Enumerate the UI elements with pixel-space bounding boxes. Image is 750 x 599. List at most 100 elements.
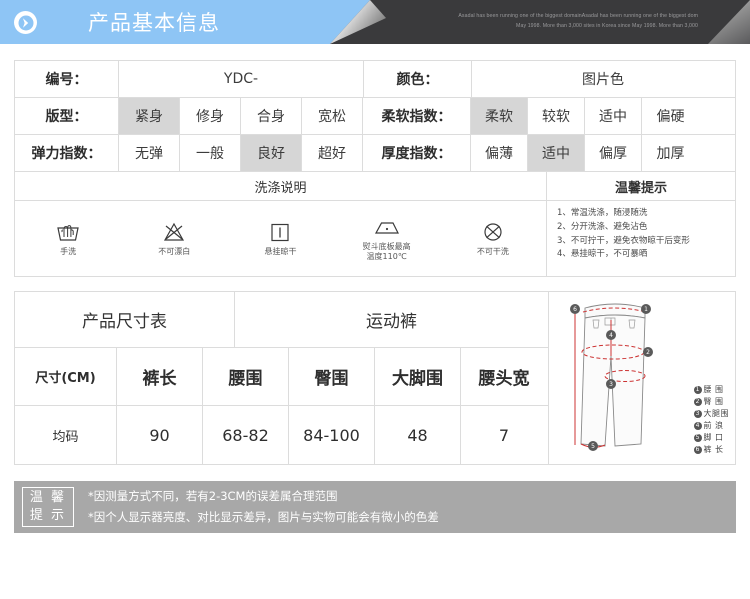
size-header-0: 尺寸(CM) — [15, 348, 117, 405]
option-thickness-0[interactable]: 偏薄 — [471, 135, 528, 171]
iron-low-temp-caption: 熨斗底板最高温度110℃ — [363, 242, 411, 262]
option-thickness-1[interactable]: 适中 — [528, 135, 585, 171]
option-thickness-2[interactable]: 偏厚 — [585, 135, 642, 171]
value-code: YDC- — [119, 61, 364, 97]
option-fit-2[interactable]: 合身 — [241, 98, 302, 134]
legend-num-1: 1 — [694, 386, 702, 394]
legend-item-4: 4 前 浪 — [694, 420, 730, 431]
table-row-section-titles: 洗涤说明 温馨提示 — [15, 172, 735, 201]
size-cell-2: 68-82 — [203, 406, 289, 464]
tips-section-title: 温馨提示 — [547, 172, 735, 200]
diagram-legend: 1 腰 围 2 臀 围 3 大腿围 4 前 浪 5 脚 口 — [694, 384, 730, 456]
table-row-elasticity-thickness: 弹力指数： 无弹 一般 良好 超好 厚度指数： 偏薄 适中 偏厚 加厚 — [15, 135, 735, 172]
legend-label-3: 大腿围 — [704, 408, 730, 419]
option-fit-3[interactable]: 宽松 — [302, 98, 363, 134]
list-item: 3、不可拧干，避免衣物晾干后变形 — [557, 235, 735, 249]
label-softness: 柔软指数： — [363, 98, 471, 134]
size-product-name: 运动裤 — [235, 292, 548, 347]
legend-num-4: 4 — [694, 422, 702, 430]
legend-item-3: 3 大腿围 — [694, 408, 730, 419]
hand-wash-icon: 手洗 — [18, 221, 118, 257]
legend-label-2: 臀 围 — [704, 396, 724, 407]
do-not-dry-clean-caption: 不可干洗 — [477, 247, 509, 257]
option-elasticity-1[interactable]: 一般 — [180, 135, 241, 171]
option-elasticity-0[interactable]: 无弹 — [119, 135, 180, 171]
label-thickness: 厚度指数： — [363, 135, 471, 171]
option-thickness-3[interactable]: 加厚 — [642, 135, 699, 171]
product-info-page: 产品基本信息 Asadal has been running one of th… — [0, 0, 750, 599]
size-cell-4: 48 — [375, 406, 461, 464]
table-row-code-color: 编号： YDC- 颜色： 图片色 — [15, 61, 735, 98]
svg-text:4: 4 — [609, 332, 613, 339]
legend-label-1: 腰 围 — [704, 384, 724, 395]
do-not-bleach-caption: 不可漂白 — [158, 247, 190, 257]
legend-label-6: 裤 长 — [704, 444, 724, 455]
size-table-title-row: 产品尺寸表 运动裤 — [15, 292, 548, 348]
option-softness-0[interactable]: 柔软 — [471, 98, 528, 134]
option-softness-1[interactable]: 较软 — [528, 98, 585, 134]
do-not-bleach-icon: 不可漂白 — [124, 221, 224, 257]
size-cell-5: 7 — [461, 406, 547, 464]
size-cell-1: 90 — [117, 406, 203, 464]
notice-badge-line1: 温 馨 — [30, 489, 66, 507]
legend-num-5: 5 — [694, 434, 702, 442]
size-cell-0: 均码 — [15, 406, 117, 464]
size-header-5: 腰头宽 — [461, 348, 547, 405]
legend-num-6: 6 — [694, 446, 702, 454]
care-tips-list: 1、常温洗涤，随浸随洗 2、分开洗涤、避免沾色 3、不可拧干，避免衣物晾干后变形… — [547, 201, 735, 276]
notice-badge: 温 馨 提 示 — [22, 487, 74, 527]
header-subtext-line1: Asadal has been running one of the bigge… — [378, 12, 698, 22]
size-table: 产品尺寸表 运动裤 尺寸(CM) 裤长 腰围 臀围 大脚围 腰头宽 均码 90 … — [15, 292, 549, 464]
option-elasticity-2[interactable]: 良好 — [241, 135, 302, 171]
basic-info-table: 编号： YDC- 颜色： 图片色 版型： 紧身 修身 合身 宽松 柔软指数： 柔… — [14, 60, 736, 277]
table-row-fit-softness: 版型： 紧身 修身 合身 宽松 柔软指数： 柔软 较软 适中 偏硬 — [15, 98, 735, 135]
label-fit: 版型： — [15, 98, 119, 134]
page-header-banner: 产品基本信息 Asadal has been running one of th… — [0, 0, 750, 48]
svg-text:5: 5 — [591, 443, 595, 450]
do-not-dry-clean-icon: 不可干洗 — [443, 221, 543, 257]
wash-section-title: 洗涤说明 — [15, 172, 547, 200]
list-item: 1、常温洗涤，随浸随洗 — [557, 207, 735, 221]
iron-low-temp-icon: 熨斗底板最高温度110℃ — [337, 216, 437, 262]
pants-measurement-diagram: 1 2 3 4 5 6 1 腰 围 2 臀 围 3 — [549, 292, 735, 464]
list-item: 4、悬挂晾干，不可暴晒 — [557, 248, 735, 262]
option-elasticity-3[interactable]: 超好 — [302, 135, 363, 171]
legend-label-4: 前 浪 — [704, 420, 724, 431]
page-title: 产品基本信息 — [88, 7, 220, 37]
option-softness-3[interactable]: 偏硬 — [642, 98, 699, 134]
label-elasticity: 弹力指数： — [15, 135, 119, 171]
notice-line-1: *因测量方式不同，若有2-3CM的误差属合理范围 — [88, 486, 439, 507]
legend-item-2: 2 臀 围 — [694, 396, 730, 407]
table-row: 均码 90 68-82 84-100 48 7 — [15, 406, 548, 464]
option-fit-1[interactable]: 修身 — [180, 98, 241, 134]
size-header-1: 裤长 — [117, 348, 203, 405]
notice-badge-line2: 提 示 — [30, 507, 66, 525]
size-header-4: 大脚围 — [375, 348, 461, 405]
svg-text:3: 3 — [609, 381, 613, 388]
option-fit-0[interactable]: 紧身 — [119, 98, 180, 134]
hand-wash-caption: 手洗 — [60, 247, 76, 257]
legend-item-6: 6 裤 长 — [694, 444, 730, 455]
size-cell-3: 84-100 — [289, 406, 375, 464]
legend-item-5: 5 脚 口 — [694, 432, 730, 443]
svg-text:6: 6 — [573, 306, 577, 313]
list-item: 2、分开洗涤、避免沾色 — [557, 221, 735, 235]
legend-item-1: 1 腰 围 — [694, 384, 730, 395]
line-dry-icon: 悬挂晾干 — [230, 221, 330, 257]
size-table-title: 产品尺寸表 — [15, 292, 235, 347]
wash-icon-group: 手洗 不可漂白 悬挂晾干 — [15, 201, 547, 276]
notice-line-2: *因个人显示器亮度、对比显示差异，图片与实物可能会有微小的色差 — [88, 507, 439, 528]
value-color: 图片色 — [472, 61, 734, 97]
size-header-3: 臀围 — [289, 348, 375, 405]
legend-num-3: 3 — [694, 410, 702, 418]
svg-text:1: 1 — [644, 306, 648, 313]
svg-text:2: 2 — [646, 349, 650, 356]
option-softness-2[interactable]: 适中 — [585, 98, 642, 134]
header-subtext: Asadal has been running one of the bigge… — [378, 12, 698, 32]
bottom-notice-bar: 温 馨 提 示 *因测量方式不同，若有2-3CM的误差属合理范围 *因个人显示器… — [14, 481, 736, 533]
notice-text-group: *因测量方式不同，若有2-3CM的误差属合理范围 *因个人显示器亮度、对比显示差… — [88, 486, 439, 529]
size-chart-section: 产品尺寸表 运动裤 尺寸(CM) 裤长 腰围 臀围 大脚围 腰头宽 均码 90 … — [14, 291, 736, 465]
table-row-wash-icons: 手洗 不可漂白 悬挂晾干 — [15, 201, 735, 276]
legend-label-5: 脚 口 — [704, 432, 724, 443]
chevron-right-icon — [14, 11, 37, 34]
